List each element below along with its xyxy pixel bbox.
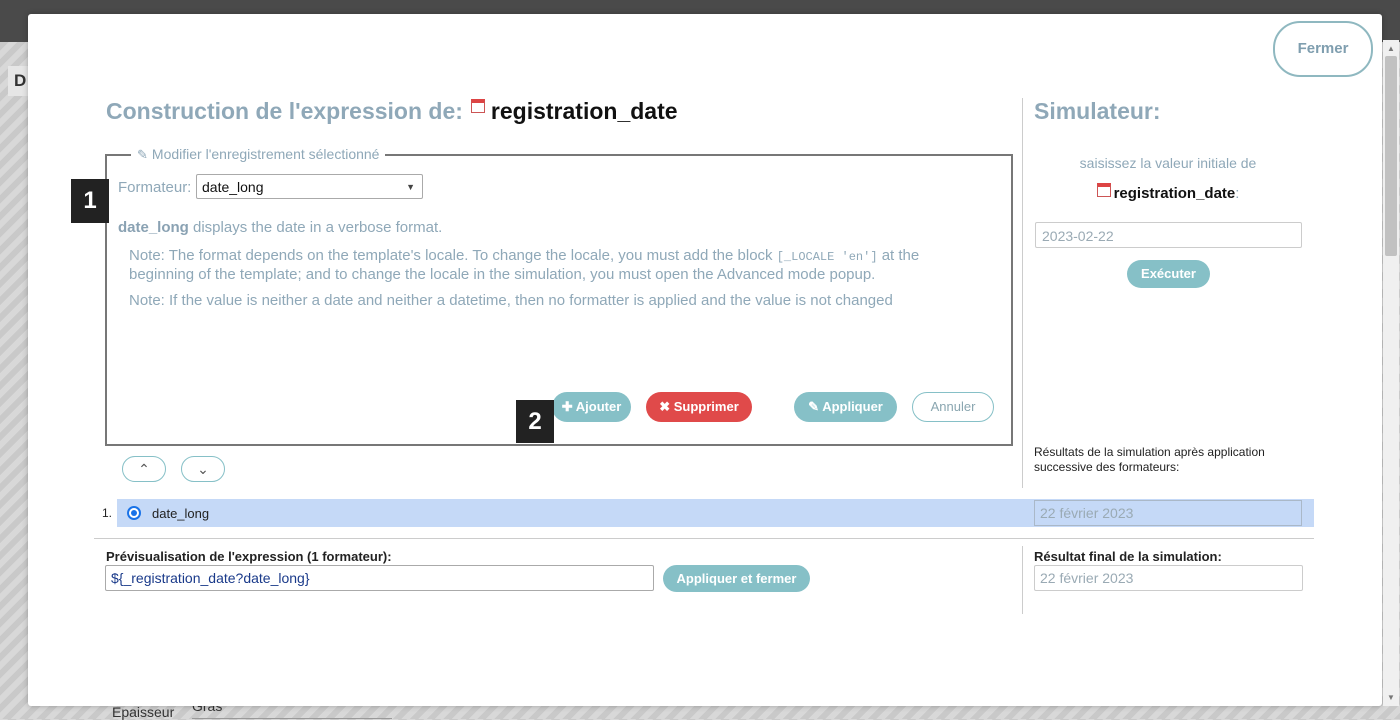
formatter-select-value: date_long xyxy=(202,179,264,195)
section-divider xyxy=(94,538,1314,539)
scrollbar-thumb[interactable] xyxy=(1385,56,1397,256)
apply-button[interactable]: ✎ Appliquer xyxy=(794,392,897,422)
step-badge-1: 1 xyxy=(71,179,109,223)
delete-button[interactable]: ✖ Supprimer xyxy=(646,392,752,422)
fieldset-legend: ✎ Modifier l'enregistrement sélectionné xyxy=(131,146,386,163)
add-button[interactable]: ✚ Ajouter xyxy=(552,392,631,422)
formatter-note-locale: Note: The format depends on the template… xyxy=(129,247,949,283)
formatter-label: Formateur: xyxy=(118,179,192,196)
cancel-button[interactable]: Annuler xyxy=(912,392,994,422)
note-locale-code: [_LOCALE 'en'] xyxy=(776,250,878,264)
note-locale-part-a: Note: The format depends on the template… xyxy=(129,247,777,264)
fieldset-legend-label: Modifier l'enregistrement sélectionné xyxy=(151,146,380,162)
simulator-field-name: registration_date: xyxy=(1034,183,1302,202)
thickness-label: Epaisseur xyxy=(112,704,175,720)
plus-icon: ✚ xyxy=(561,399,573,414)
formatter-note-type: Note: If the value is neither a date and… xyxy=(129,292,893,309)
dialog-scrollbar[interactable]: ▲ ▼ xyxy=(1383,40,1399,706)
simulation-results-label: Résultats de la simulation après applica… xyxy=(1034,445,1265,474)
pencil-icon: ✎ xyxy=(137,147,148,162)
apply-button-label: Appliquer xyxy=(822,399,883,414)
preview-label: Prévisualisation de l'expression (1 form… xyxy=(106,549,392,564)
close-button[interactable]: Fermer xyxy=(1273,21,1373,77)
close-icon: ✖ xyxy=(659,399,671,414)
move-up-button[interactable]: ⌃ xyxy=(122,456,166,482)
calendar-icon xyxy=(470,99,485,113)
column-divider xyxy=(1022,98,1023,488)
apply-and-close-button[interactable]: Appliquer et fermer xyxy=(663,565,810,592)
final-result-value: 22 février 2023 xyxy=(1034,565,1303,591)
list-item-number: 1. xyxy=(102,506,113,520)
add-button-label: Ajouter xyxy=(575,399,622,414)
calendar-icon xyxy=(1096,183,1111,197)
expression-preview-input[interactable]: ${_registration_date?date_long} xyxy=(105,565,654,591)
formatter-description: date_long displays the date in a verbose… xyxy=(118,219,442,236)
move-down-button[interactable]: ⌄ xyxy=(181,456,225,482)
simulator-field-label: registration_date xyxy=(1113,185,1236,202)
simulator-field-colon: : xyxy=(1235,185,1240,202)
simulator-initial-value-input[interactable]: 2023-02-22 xyxy=(1035,222,1302,248)
chevron-down-icon: ▼ xyxy=(406,182,415,192)
expression-builder-dialog: Fermer ▲ ▼ Construction de l'expression … xyxy=(28,14,1399,706)
delete-button-label: Supprimer xyxy=(673,399,739,414)
list-item-radio[interactable] xyxy=(127,506,141,520)
page-title: Construction de l'expression de: registra… xyxy=(106,98,678,125)
list-item-result: 22 février 2023 xyxy=(1034,500,1302,526)
pencil-icon: ✎ xyxy=(808,399,820,414)
simulator-title: Simulateur: xyxy=(1034,98,1161,124)
execute-button[interactable]: Exécuter xyxy=(1127,260,1210,288)
column-divider xyxy=(1022,546,1023,614)
formatter-select[interactable]: date_long ▼ xyxy=(196,174,423,199)
final-result-label: Résultat final de la simulation: xyxy=(1034,549,1222,564)
formatter-description-name: date_long xyxy=(118,219,189,236)
chevron-down-icon: ⌄ xyxy=(197,461,209,477)
page-title-prefix: Construction de l'expression de: xyxy=(106,98,463,124)
scroll-down-icon[interactable]: ▼ xyxy=(1387,693,1395,702)
scroll-up-icon[interactable]: ▲ xyxy=(1387,44,1395,53)
formatter-description-text: displays the date in a verbose format. xyxy=(188,219,443,236)
list-item-label: date_long xyxy=(152,506,210,521)
step-badge-2: 2 xyxy=(516,400,554,443)
page-title-field: registration_date xyxy=(490,98,678,124)
simulator-subtitle: saisissez la valeur initiale de xyxy=(1079,155,1257,171)
chevron-up-icon: ⌃ xyxy=(138,461,150,477)
